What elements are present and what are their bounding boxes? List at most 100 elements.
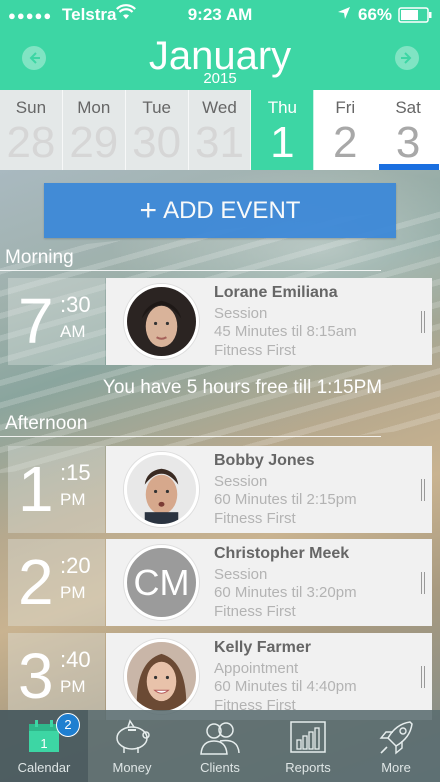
year-label: 2015 (203, 70, 237, 87)
section-divider (0, 436, 381, 437)
event-time: 7 :30 AM (8, 278, 105, 365)
section-divider (0, 270, 381, 271)
day-mon[interactable]: Mon 29 (62, 90, 126, 170)
notification-badge: 2 (56, 713, 80, 737)
day-number: 31 (195, 118, 244, 167)
event-ampm: AM (60, 322, 86, 341)
client-name: Kelly Farmer (214, 639, 311, 656)
event-time: 3 :40 PM (8, 633, 105, 720)
day-name: Wed (202, 98, 237, 117)
tab-calendar[interactable]: 1 2 Calendar (0, 710, 88, 782)
event-hour: 7 (18, 285, 54, 357)
day-number: 28 (6, 118, 56, 167)
drag-handle-icon[interactable] (421, 666, 427, 688)
header: ●●●●● Telstra 9:23 AM 66% January 2015 (0, 0, 440, 90)
event-minute: :15 (60, 460, 91, 485)
event-card[interactable]: 1 :15 PM Bobby Jones Session 60 Minutes … (8, 446, 432, 533)
battery-icon (398, 7, 432, 23)
plus-icon: + (139, 194, 158, 227)
event-type: Session (214, 566, 268, 583)
status-bar: ●●●●● Telstra 9:23 AM 66% (0, 0, 440, 30)
clients-icon (200, 722, 240, 755)
event-type: Session (214, 473, 268, 490)
tab-label: Reports (285, 760, 331, 775)
avatar (124, 452, 199, 527)
event-hour: 2 (18, 546, 54, 618)
week-strip: Sun 28 Mon 29 Tue 30 Wed 31 Thu 1 Fri 2 … (0, 90, 440, 170)
avatar-photo (127, 455, 196, 524)
chevron-right-icon (401, 52, 412, 64)
piggy-bank-icon (116, 719, 150, 753)
event-details: Lorane Emiliana Session 45 Minutes til 8… (106, 278, 432, 365)
event-ampm: PM (60, 490, 86, 509)
event-location: Fitness First (214, 603, 296, 620)
day-fri[interactable]: Fri 2 (314, 90, 378, 170)
client-name: Bobby Jones (214, 452, 315, 469)
client-name: Christopher Meek (214, 545, 350, 562)
tab-label: Clients (200, 760, 240, 775)
battery-percent: 66% (358, 5, 393, 24)
day-number: 2 (332, 118, 358, 167)
event-ampm: PM (60, 677, 86, 696)
tab-money[interactable]: Money (88, 710, 176, 782)
day-number: 3 (395, 118, 421, 167)
day-number: 30 (132, 118, 182, 167)
day-name: Sun (15, 98, 47, 117)
day-number: 29 (69, 118, 119, 167)
event-type: Session (214, 305, 268, 322)
avatar-photo (127, 642, 196, 711)
day-sat-selected[interactable]: Sat 3 (377, 90, 440, 170)
bar-chart-icon (290, 721, 326, 753)
rocket-icon (379, 721, 413, 755)
section-afternoon: Afternoon (5, 413, 88, 434)
day-name: Tue (142, 98, 171, 117)
event-minute: :20 (60, 553, 91, 578)
event-duration: 60 Minutes til 4:40pm (214, 678, 357, 695)
event-location: Fitness First (214, 510, 296, 527)
tab-bar: 1 2 Calendar Money Clients Reports More (0, 710, 440, 782)
drag-handle-icon[interactable] (421, 479, 427, 501)
client-name: Lorane Emiliana (214, 284, 338, 301)
day-wed[interactable]: Wed 31 (188, 90, 252, 170)
tab-reports[interactable]: Reports (264, 710, 352, 782)
event-ampm: PM (60, 583, 86, 602)
avatar (124, 284, 199, 359)
next-month-button[interactable] (395, 46, 419, 70)
drag-handle-icon[interactable] (421, 572, 427, 594)
day-tue[interactable]: Tue 30 (125, 90, 189, 170)
day-number: 1 (270, 118, 295, 167)
event-duration: 60 Minutes til 2:15pm (214, 491, 357, 508)
day-name: Fri (335, 98, 356, 117)
event-card[interactable]: 3 :40 PM Kelly Farmer Appointment 60 Min… (8, 633, 432, 720)
event-details: CM Christopher Meek Session 60 Minutes t… (106, 539, 432, 626)
add-event-button[interactable]: + ADD EVENT (44, 183, 396, 238)
day-thu-today[interactable]: Thu 1 (251, 90, 315, 170)
avatar-initials: CM (124, 545, 199, 620)
drag-handle-icon[interactable] (421, 311, 427, 333)
avatar-photo (127, 287, 196, 356)
day-name: Thu (267, 98, 298, 117)
event-hour: 1 (18, 453, 54, 525)
section-morning: Morning (5, 247, 74, 268)
avatar (124, 639, 199, 714)
event-hour: 3 (18, 640, 54, 712)
day-name: Sat (395, 98, 421, 117)
event-type: Appointment (214, 660, 299, 677)
event-duration: 45 Minutes til 8:15am (214, 323, 357, 340)
event-minute: :40 (60, 647, 91, 672)
event-card[interactable]: 7 :30 AM Lorane Emiliana Session 45 Minu… (8, 278, 432, 365)
day-name: Mon (77, 98, 111, 117)
location-arrow-icon (338, 7, 350, 19)
day-sun[interactable]: Sun 28 (0, 90, 63, 170)
event-location: Fitness First (214, 342, 296, 359)
free-time-notice: You have 5 hours free till 1:15PM (102, 377, 383, 398)
event-card[interactable]: 2 :20 PM CM Christopher Meek Session 60 … (8, 539, 432, 626)
tab-label: More (381, 760, 411, 775)
event-time: 1 :15 PM (8, 446, 105, 533)
add-event-label: ADD EVENT (163, 197, 301, 224)
event-details: Bobby Jones Session 60 Minutes til 2:15p… (106, 446, 432, 533)
tab-more[interactable]: More (352, 710, 440, 782)
tab-clients[interactable]: Clients (176, 710, 264, 782)
event-minute: :30 (60, 292, 91, 317)
tab-label: Calendar (17, 760, 71, 775)
